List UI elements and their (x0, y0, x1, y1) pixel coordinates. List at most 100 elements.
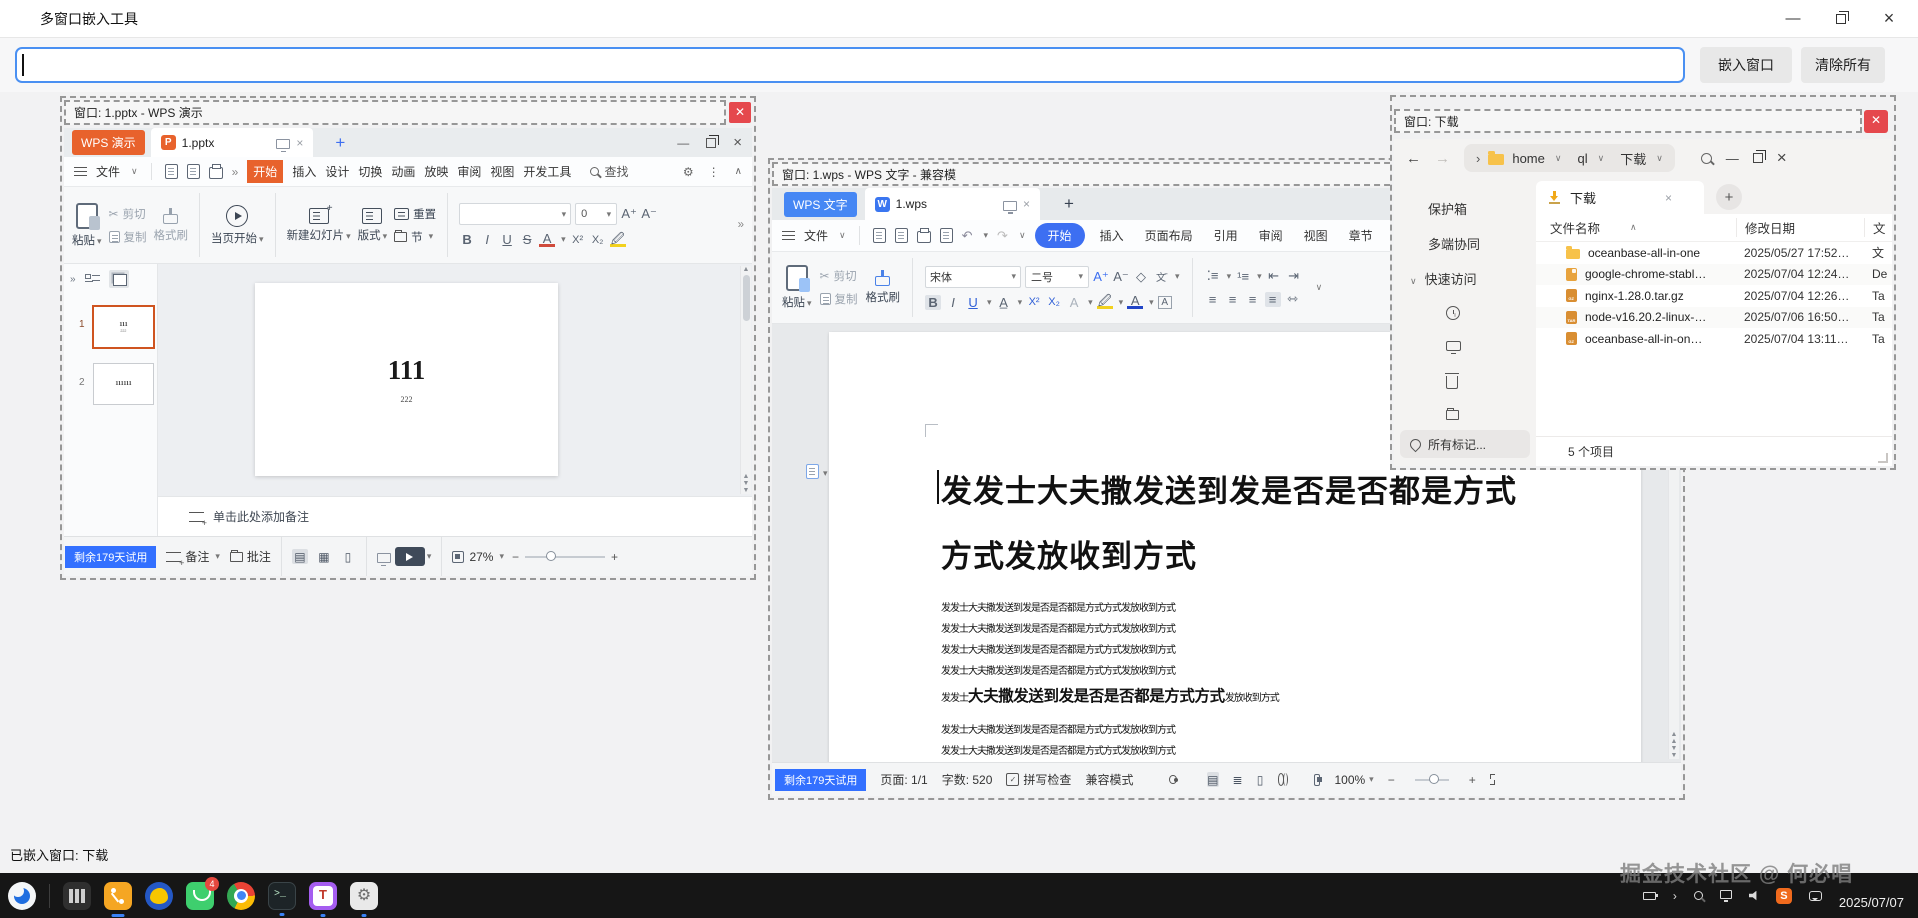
prev-page-icon[interactable]: ▲ (1671, 731, 1678, 738)
cast-icon[interactable] (276, 139, 290, 149)
underline-button[interactable]: U (965, 295, 981, 310)
breadcrumb-folder[interactable]: 下载 (1620, 149, 1646, 168)
trial-badge[interactable]: 剩余179天试用 (65, 546, 156, 568)
minimize-icon[interactable]: — (1782, 8, 1804, 30)
text-editor-icon[interactable] (309, 882, 337, 910)
ppt-font-select[interactable]: ▾ (459, 203, 571, 225)
ppt-menu-transition[interactable]: 切换 (358, 163, 382, 180)
more-dots-icon[interactable]: ⋮ (708, 165, 721, 179)
file-row[interactable]: GZoceanbase-all-in-on… 2025/07/04 13:11…… (1536, 328, 1892, 350)
zoom-slider-knob[interactable] (1429, 774, 1439, 784)
normal-view-icon[interactable]: ▤ (292, 549, 308, 564)
bold-button[interactable]: B (459, 232, 475, 247)
text-effect-button[interactable]: A (1066, 295, 1082, 310)
breadcrumb-expand-icon[interactable]: › (1476, 151, 1480, 166)
zoom-slider[interactable] (1415, 779, 1449, 781)
spellcheck-button[interactable]: ✓拼写检查 (1006, 771, 1071, 788)
decrease-indent-icon[interactable]: ⇤ (1266, 268, 1282, 284)
breadcrumb-home[interactable]: home (1512, 151, 1545, 166)
file-row[interactable]: GZnginx-1.28.0.tar.gz 2025/07/04 12:26… … (1536, 285, 1892, 307)
battery-icon[interactable] (1643, 892, 1656, 900)
highlight-button[interactable]: 🖉 (610, 233, 626, 247)
char-border-button[interactable]: A̲ (996, 295, 1012, 310)
zoom-out-icon[interactable]: − (512, 550, 519, 564)
all-tags-button[interactable]: 所有标记... (1400, 430, 1530, 458)
slide-canvas[interactable]: 111 222 (255, 283, 558, 476)
paste-button[interactable]: 粘贴▾ (72, 203, 102, 248)
sidebar-item-folder[interactable] (1394, 398, 1536, 432)
fm-close-icon[interactable]: × (1777, 148, 1787, 168)
zoom-level[interactable]: 27%▾ (469, 550, 504, 564)
doc-heading-line1[interactable]: 发发士大夫撒发送到发是否是否都是方式 (941, 466, 1517, 511)
format-painter-button[interactable]: 格式刷 (154, 208, 189, 243)
font-color-button[interactable]: A (539, 233, 555, 247)
undo-icon[interactable]: ↶ (962, 228, 973, 244)
volume-icon[interactable] (1749, 891, 1759, 901)
column-type[interactable]: 文 (1864, 218, 1892, 237)
notes-bar[interactable]: 单击此处添加备注 (158, 496, 752, 536)
embedded-window-ppt[interactable]: 窗口: 1.pptx - WPS 演示 ✕ WPS 演示 P 1.pptx × … (60, 96, 756, 580)
sidebar-item-trash[interactable] (1394, 364, 1536, 398)
collapse-ribbon-icon[interactable]: ∧ (735, 166, 742, 177)
page-view-icon[interactable]: ▤ (1207, 772, 1218, 787)
ppt-font-size-select[interactable]: 0▾ (575, 203, 617, 225)
file-row[interactable]: google-chrome-stabl… 2025/07/04 12:24… D… (1536, 264, 1892, 286)
export-icon[interactable] (895, 228, 908, 243)
terminal-icon[interactable] (268, 882, 296, 910)
sidebar-item-quickaccess[interactable]: ∨快速访问 (1394, 261, 1536, 296)
column-date[interactable]: 修改日期 (1736, 218, 1864, 237)
copy-button[interactable]: 复制 (109, 229, 147, 245)
tray-expand-icon[interactable]: › (1673, 889, 1677, 903)
ppt-remove-button[interactable]: ✕ (729, 102, 751, 123)
slide-title-text[interactable]: 111 (255, 355, 558, 386)
search-icon[interactable] (1701, 153, 1712, 164)
ppt-menu-home[interactable]: 开始 (247, 160, 283, 183)
zoom-slider-knob[interactable] (546, 551, 556, 561)
writer-menu-file[interactable]: 文件 (804, 227, 828, 244)
slideshow-play-button[interactable] (395, 547, 425, 566)
file-row[interactable]: TARnode-v16.20.2-linux-… 2025/07/06 16:5… (1536, 307, 1892, 329)
fm-tab-downloads[interactable]: 下载 × (1536, 181, 1704, 214)
tab-close-icon[interactable]: × (1665, 191, 1672, 205)
font-name-select[interactable]: 宋体▾ (925, 266, 1021, 288)
page-indicator[interactable]: 页面: 1/1 (880, 771, 927, 788)
column-name[interactable]: 文件名称∧ (1536, 218, 1736, 237)
save-icon[interactable] (873, 228, 886, 243)
print-preview-icon[interactable] (940, 228, 953, 243)
scroll-down-icon[interactable]: ▼ (743, 487, 750, 494)
ppt-menu-slideshow[interactable]: 放映 (424, 163, 448, 180)
font-decrease-icon[interactable]: A⁻ (641, 206, 657, 222)
slide-thumbnail-2[interactable]: 111111 (93, 363, 154, 405)
zoom-slider[interactable] (525, 556, 605, 558)
sidebar-item-computer[interactable] (1394, 330, 1536, 364)
sidebar-item-vault[interactable]: 保护箱 (1394, 191, 1536, 226)
read-view-icon[interactable]: ▯ (1257, 772, 1264, 787)
print-icon[interactable] (917, 231, 931, 243)
tray-search-icon[interactable] (1694, 891, 1703, 900)
close-icon[interactable]: × (1878, 8, 1900, 30)
strikethrough-button[interactable]: S (519, 232, 535, 247)
zoom-out-icon[interactable]: − (1388, 773, 1395, 787)
cut-button[interactable]: ✂剪切 (820, 268, 858, 284)
notes-toggle-button[interactable]: 备注▾ (166, 548, 220, 565)
reading-view-icon[interactable]: ▯ (340, 549, 356, 564)
font-increase-icon[interactable]: A⁺ (621, 206, 637, 222)
section-button[interactable]: 节▾ (394, 229, 436, 245)
subscript-button[interactable]: X₂ (590, 234, 606, 246)
fm-new-tab-button[interactable]: + (1716, 184, 1742, 210)
doc-heading-line2[interactable]: 方式发放收到方式 (941, 531, 1197, 576)
redo-icon[interactable]: ↷ (997, 228, 1008, 244)
sidebar-item-multidevice[interactable]: 多端协同 (1394, 226, 1536, 261)
messenger-icon[interactable]: 4 (186, 882, 214, 910)
italic-button[interactable]: I (945, 295, 961, 310)
ppt-maximize-icon[interactable] (706, 138, 716, 148)
embedded-window-downloads[interactable]: 窗口: 下载 ✕ ← → › home∨ ql∨ 下载∨ — × 保护箱 多端协… (1390, 95, 1896, 470)
notes-placeholder[interactable]: 单击此处添加备注 (213, 508, 309, 525)
zoom-in-icon[interactable]: + (611, 550, 618, 564)
save-icon[interactable] (187, 164, 200, 179)
fullscreen-icon[interactable] (1490, 774, 1495, 785)
next-page-icon[interactable]: ▼ (1671, 745, 1678, 752)
fm-maximize-icon[interactable] (1753, 153, 1763, 163)
taskbar-date[interactable]: 2025/07/07 (1839, 895, 1904, 910)
clear-format-icon[interactable]: ◇ (1133, 269, 1149, 285)
